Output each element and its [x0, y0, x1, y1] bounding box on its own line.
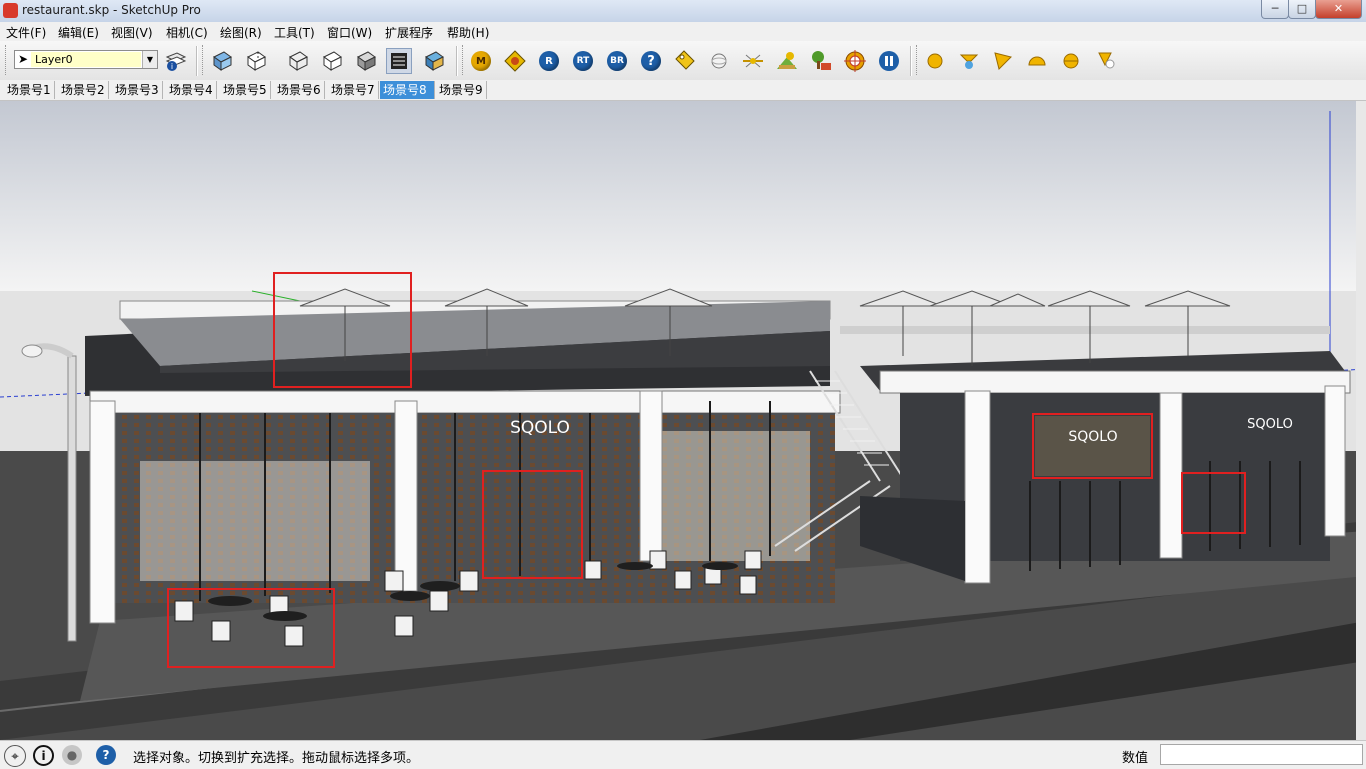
render-m-icon[interactable]: M: [468, 48, 494, 74]
status-bar: ⌖ i ● ? 选择对象。切换到扩充选择。拖动鼠标选择多项。 数值: [0, 740, 1366, 769]
help-icon[interactable]: ?: [638, 48, 664, 74]
omni-light-icon[interactable]: [922, 48, 948, 74]
measurements-input[interactable]: [1160, 744, 1363, 765]
menu-tools[interactable]: 工具(T): [274, 24, 315, 41]
environment-icon[interactable]: [774, 48, 800, 74]
back-edges-style-icon[interactable]: [243, 48, 269, 74]
maximize-button[interactable]: □: [1288, 0, 1316, 19]
menu-extensions[interactable]: 扩展程序: [385, 24, 433, 41]
xray-style-icon[interactable]: [209, 48, 235, 74]
sphere-light2-icon[interactable]: [1058, 48, 1084, 74]
ies-light-icon[interactable]: [990, 48, 1016, 74]
toolbar-separator: [196, 46, 198, 76]
render-r-label: R: [539, 51, 559, 71]
toolbar-grip[interactable]: [202, 45, 206, 75]
spot-light-icon[interactable]: [956, 48, 982, 74]
render-r-icon[interactable]: R: [536, 48, 562, 74]
menu-bar: 文件(F) 编辑(E) 视图(V) 相机(C) 绘图(R) 工具(T) 窗口(W…: [0, 22, 1366, 42]
tab-scene-6[interactable]: 场景号6: [274, 81, 325, 99]
info-icon[interactable]: i: [33, 745, 54, 766]
svg-text:i: i: [171, 62, 173, 71]
tab-scene-8[interactable]: 场景号8: [380, 81, 435, 99]
render-m-label: M: [471, 51, 491, 71]
menu-camera[interactable]: 相机(C): [166, 24, 208, 41]
tree-proxy-icon[interactable]: [808, 48, 834, 74]
toolbar-separator: [456, 46, 458, 76]
target-icon[interactable]: [842, 48, 868, 74]
tab-scene-3[interactable]: 场景号3: [112, 81, 163, 99]
dome-light-icon[interactable]: [1024, 48, 1050, 74]
status-message: 选择对象。切换到扩充选择。拖动鼠标选择多项。: [133, 751, 420, 766]
viewport-edge: [1356, 101, 1366, 740]
layer-dropdown-value: Layer0: [31, 52, 141, 67]
main-toolbar: ➤ Layer0 ▼ i M R RT BR ?: [0, 41, 1366, 81]
sphere-light-icon[interactable]: [706, 48, 732, 74]
pause-icon[interactable]: [876, 48, 902, 74]
toolbar-grip[interactable]: [916, 45, 920, 75]
close-button[interactable]: ✕: [1315, 0, 1362, 19]
menu-help[interactable]: 帮助(H): [447, 24, 489, 41]
menu-window[interactable]: 窗口(W): [327, 24, 372, 41]
restaurant-sign-left: SQOLO: [510, 418, 570, 438]
tab-scene-5[interactable]: 场景号5: [220, 81, 271, 99]
layer-dropdown[interactable]: ➤ Layer0 ▼: [14, 50, 158, 69]
menu-file[interactable]: 文件(F): [6, 24, 46, 41]
toolbar-grip[interactable]: [462, 45, 466, 75]
render-rt-label: RT: [573, 51, 593, 71]
tab-scene-1[interactable]: 场景号1: [4, 81, 55, 99]
layer-manager-icon[interactable]: i: [162, 48, 188, 74]
model-viewport[interactable]: SQOLO SQOLO SQOLO: [0, 101, 1366, 740]
chevron-down-icon[interactable]: ▼: [142, 51, 157, 68]
render-br-icon[interactable]: BR: [604, 48, 630, 74]
restaurant-sign-right: SQOLO: [1247, 417, 1293, 432]
render-br-label: BR: [607, 51, 627, 71]
measurements-label: 数值: [1122, 751, 1149, 766]
menu-draw[interactable]: 绘图(R): [220, 24, 262, 41]
tab-scene-7[interactable]: 场景号7: [328, 81, 379, 99]
shaded-textures-style-icon[interactable]: [386, 48, 412, 74]
tab-scene-4[interactable]: 场景号4: [166, 81, 217, 99]
window-title: restaurant.skp - SketchUp Pro: [22, 3, 201, 17]
wireframe-style-icon[interactable]: [285, 48, 311, 74]
menu-edit[interactable]: 编辑(E): [58, 24, 99, 41]
tab-scene-2[interactable]: 场景号2: [58, 81, 109, 99]
menu-view[interactable]: 视图(V): [111, 24, 153, 41]
help-label: ?: [641, 51, 661, 71]
help-status-icon[interactable]: ?: [96, 745, 116, 765]
shaded-style-icon[interactable]: [353, 48, 379, 74]
sketchup-app-icon: [3, 3, 18, 18]
tab-scene-9[interactable]: 场景号9: [436, 81, 487, 99]
restaurant-model-scene[interactable]: SQOLO SQOLO SQOLO: [0, 101, 1366, 740]
select-arrow-icon: ➤: [18, 52, 29, 66]
material-editor-icon[interactable]: [502, 48, 528, 74]
sun-light-icon[interactable]: [740, 48, 766, 74]
mesh-light-icon[interactable]: [1092, 48, 1118, 74]
toolbar-grip[interactable]: [5, 45, 9, 75]
hidden-line-style-icon[interactable]: [319, 48, 345, 74]
monochrome-style-icon[interactable]: [421, 48, 447, 74]
title-bar: restaurant.skp - SketchUp Pro ─ □ ✕: [0, 0, 1366, 23]
toolbar-separator: [910, 46, 912, 76]
restaurant-sign-center: SQOLO: [1068, 429, 1117, 445]
geo-location-icon[interactable]: ⌖: [4, 745, 26, 767]
minimize-button[interactable]: ─: [1261, 0, 1289, 19]
scene-tabs: 场景号1 场景号2 场景号3 场景号4 场景号5 场景号6 场景号7 场景号8 …: [0, 80, 1366, 101]
render-rt-icon[interactable]: RT: [570, 48, 596, 74]
tag-icon[interactable]: [672, 48, 698, 74]
user-account-icon[interactable]: ●: [62, 745, 82, 765]
